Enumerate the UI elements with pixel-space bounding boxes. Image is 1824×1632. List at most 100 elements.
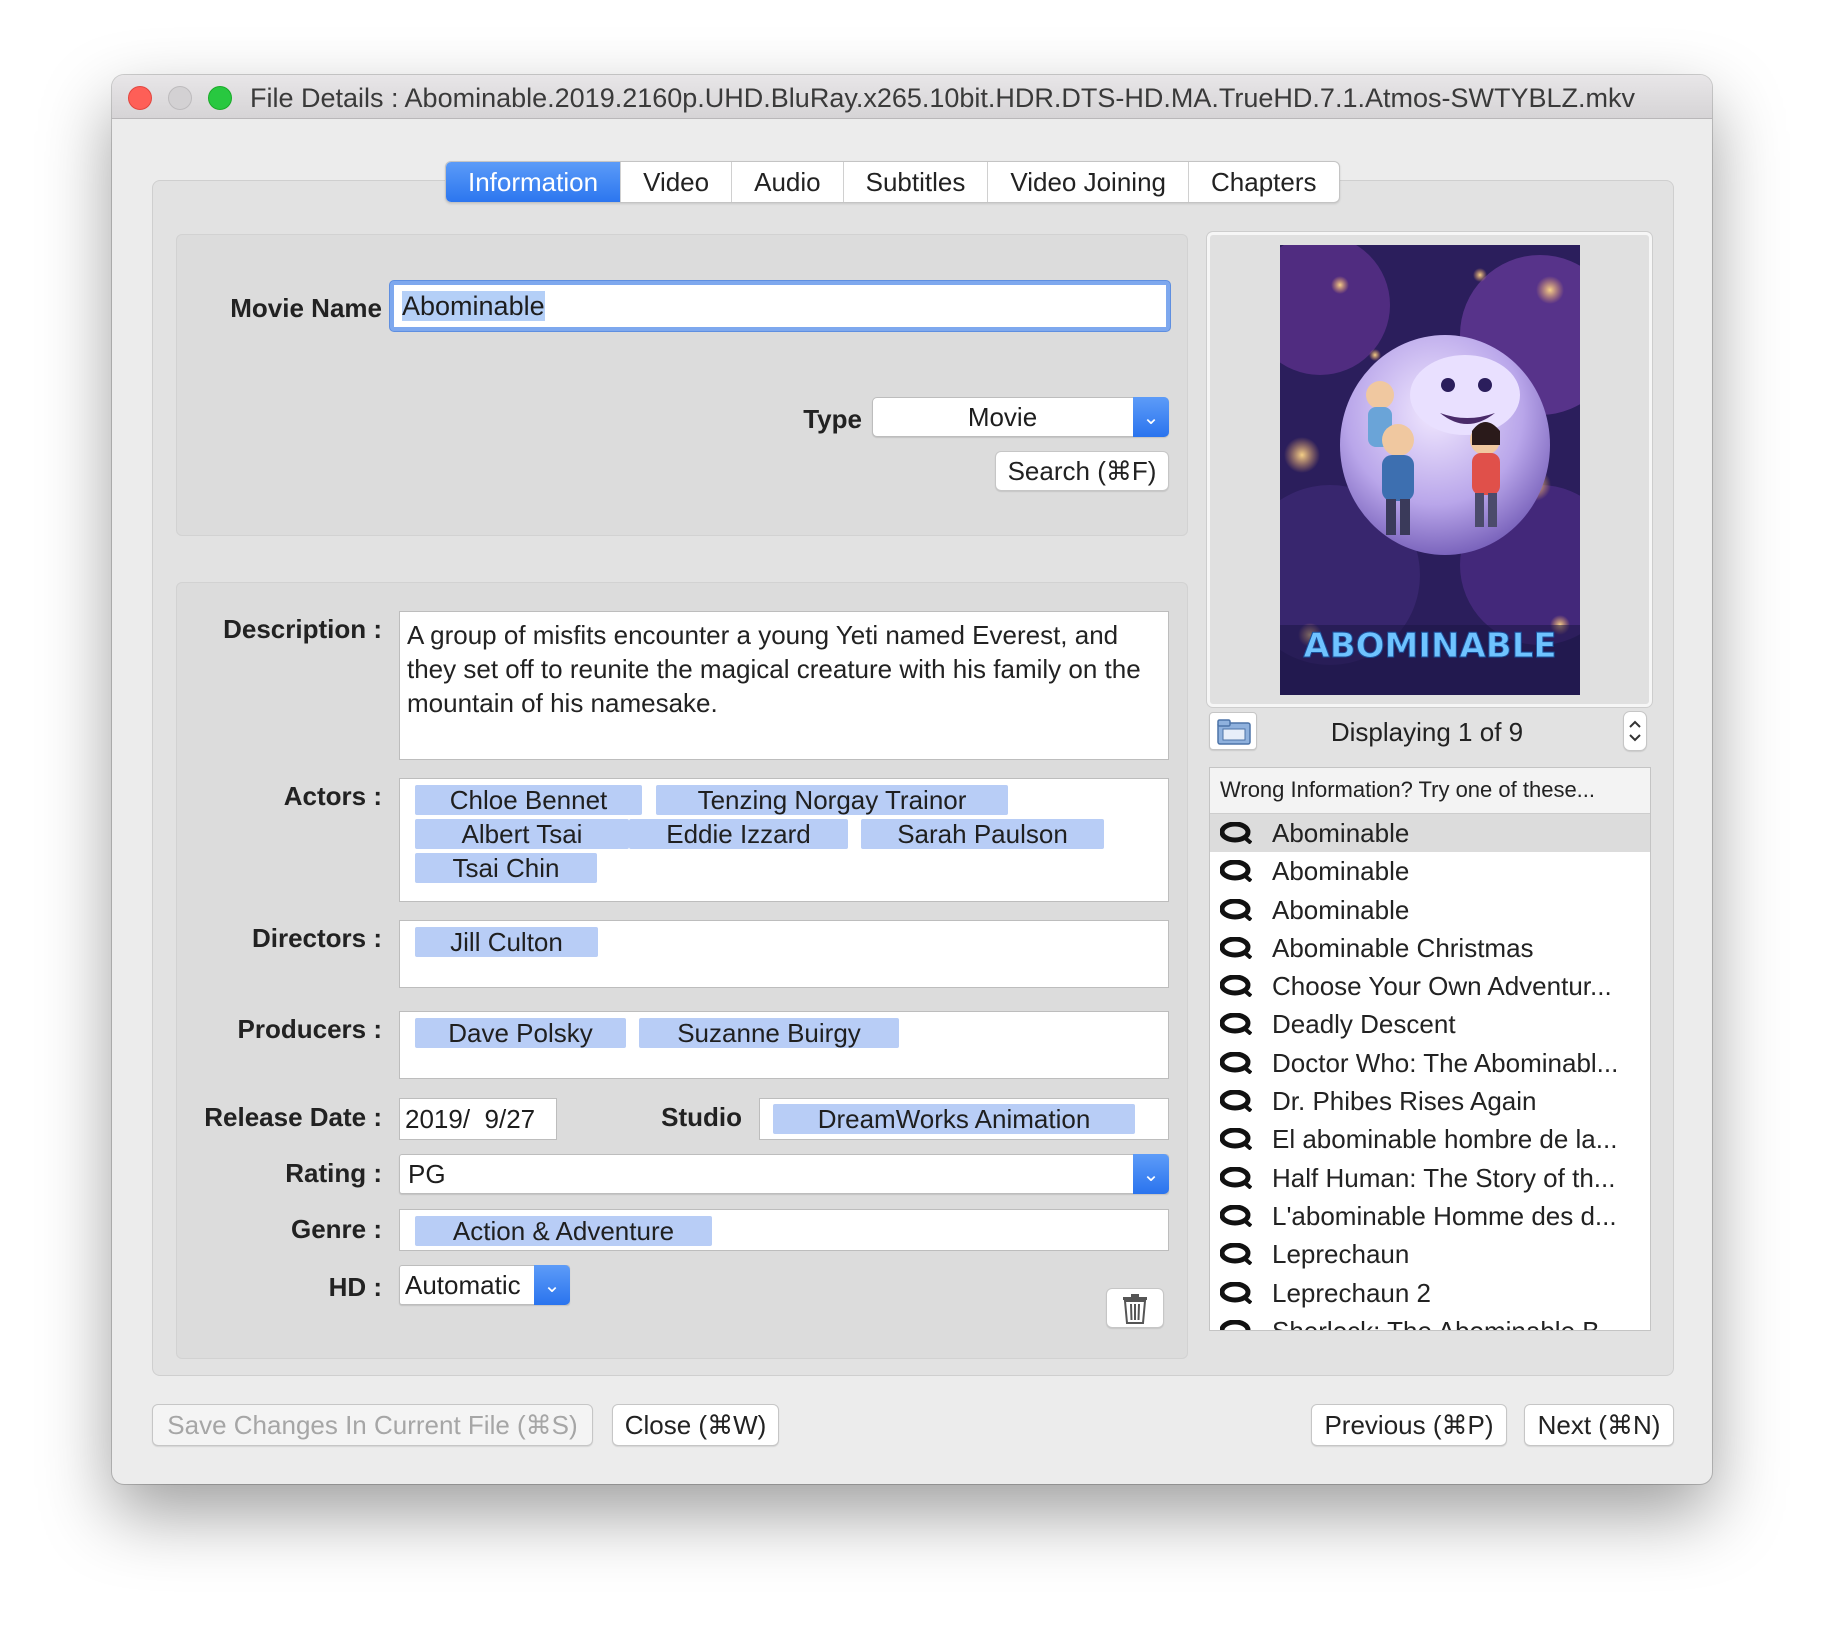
studio-label: Studio [661, 1102, 742, 1132]
stepper-icon [1629, 720, 1641, 742]
studio-token[interactable]: DreamWorks Animation [773, 1104, 1135, 1134]
movie-result-icon [1220, 1090, 1252, 1113]
search-button[interactable]: Search (⌘F) [995, 451, 1169, 491]
next-button[interactable]: Next (⌘N) [1524, 1404, 1674, 1446]
list-item[interactable]: Abominable [1210, 852, 1650, 890]
producers-field[interactable]: Dave Polsky Suzanne Buirgy [399, 1011, 1169, 1079]
tab-subtitles[interactable]: Subtitles [844, 162, 989, 202]
genre-label: Genre : [290, 1214, 382, 1244]
alternative-results-list: Wrong Information? Try one of these... A… [1209, 767, 1651, 1331]
type-select[interactable]: Movie ⌄ [872, 397, 1169, 437]
description-text: A group of misfits encounter a young Yet… [407, 620, 1141, 718]
list-item[interactable]: Choose Your Own Adventur... [1210, 967, 1650, 1005]
description-field[interactable]: A group of misfits encounter a young Yet… [399, 611, 1169, 760]
chevron-down-icon: ⌄ [1133, 1154, 1169, 1194]
movie-result-icon [1220, 975, 1252, 998]
chevron-down-icon: ⌄ [534, 1265, 570, 1305]
list-item[interactable]: Half Human: The Story of th... [1210, 1159, 1650, 1197]
movie-name-input[interactable]: Abominable [390, 281, 1170, 331]
zoom-window-button[interactable] [208, 86, 232, 110]
actors-label: Actors : [283, 781, 382, 811]
folder-icon [1217, 719, 1251, 745]
close-window-button[interactable] [128, 86, 152, 110]
movie-result-icon [1220, 936, 1252, 959]
movie-result-icon [1220, 1204, 1252, 1227]
list-item[interactable]: Sherlock: The Abominable B... [1210, 1312, 1650, 1330]
actor-token[interactable]: Eddie Izzard [629, 819, 848, 849]
rating-select[interactable]: PG ⌄ [399, 1154, 1169, 1194]
genre-token[interactable]: Action & Adventure [415, 1216, 712, 1246]
poster-counter: Displaying 1 of 9 [1330, 717, 1524, 747]
list-item[interactable]: Doctor Who: The Abominabl... [1210, 1044, 1650, 1082]
genre-field[interactable]: Action & Adventure [399, 1209, 1169, 1251]
movie-result-icon [1220, 822, 1252, 844]
rating-label: Rating : [285, 1158, 382, 1188]
poster-folder-button[interactable] [1209, 712, 1257, 750]
title-bar: File Details : Abominable.2019.2160p.UHD… [112, 75, 1712, 119]
chevron-down-icon: ⌄ [1133, 397, 1169, 437]
actors-field[interactable]: Chloe Bennet Tenzing Norgay Trainor Albe… [399, 778, 1169, 902]
producer-token[interactable]: Suzanne Buirgy [639, 1018, 899, 1048]
close-button[interactable]: Close (⌘W) [612, 1404, 779, 1446]
movie-poster: ABOMINABLE [1280, 245, 1580, 695]
hd-value: Automatic [405, 1269, 521, 1300]
movie-result-icon [1220, 1166, 1252, 1189]
poster-well: ABOMINABLE [1207, 232, 1652, 707]
movie-name-label: Movie Name [230, 293, 382, 323]
movie-result-icon [1220, 1243, 1252, 1266]
list-item[interactable]: Dr. Phibes Rises Again [1210, 1082, 1650, 1120]
minimize-window-button[interactable] [168, 86, 192, 110]
save-changes-button[interactable]: Save Changes In Current File (⌘S) [152, 1404, 593, 1446]
movie-name-value: Abominable [402, 291, 545, 321]
producers-label: Producers : [237, 1014, 383, 1044]
list-item[interactable]: El abominable hombre de la... [1210, 1120, 1650, 1158]
hd-label: HD : [328, 1272, 382, 1302]
list-item[interactable]: Deadly Descent [1210, 1005, 1650, 1043]
list-item[interactable]: Abominable Christmas [1210, 929, 1650, 967]
type-label: Type [803, 404, 862, 434]
rating-value: PG [408, 1158, 446, 1189]
producer-token[interactable]: Dave Polsky [415, 1018, 626, 1048]
release-date-value: 2019/ 9/27 [405, 1104, 536, 1134]
poster-title: ABOMINABLE [1303, 626, 1556, 666]
tab-bar: Information Video Audio Subtitles Video … [445, 161, 1340, 203]
actor-token[interactable]: Tsai Chin [415, 853, 597, 883]
director-token[interactable]: Jill Culton [415, 927, 598, 957]
tab-video[interactable]: Video [621, 162, 733, 202]
studio-field[interactable]: DreamWorks Animation [759, 1098, 1169, 1140]
window-title: File Details : Abominable.2019.2160p.UHD… [250, 83, 1635, 113]
list-item[interactable]: Leprechaun [1210, 1235, 1650, 1273]
actor-token[interactable]: Albert Tsai [415, 819, 629, 849]
actor-token[interactable]: Chloe Bennet [415, 785, 642, 815]
movie-result-icon [1220, 1013, 1252, 1036]
actor-token[interactable]: Tenzing Norgay Trainor [656, 785, 1008, 815]
trash-icon [1123, 1294, 1147, 1324]
hd-select[interactable]: Automatic ⌄ [399, 1265, 570, 1305]
results-rows: Abominable Abominable Abominable Abomina… [1210, 814, 1650, 1330]
poster-stepper[interactable] [1623, 711, 1647, 751]
list-item[interactable]: Leprechaun 2 [1210, 1274, 1650, 1312]
list-item[interactable]: L'abominable Homme des d... [1210, 1197, 1650, 1235]
movie-result-icon [1220, 1051, 1252, 1074]
movie-result-icon [1220, 1128, 1252, 1151]
release-date-field[interactable]: 2019/ 9/27 [399, 1098, 557, 1140]
list-item[interactable]: Abominable [1210, 814, 1650, 853]
tab-audio[interactable]: Audio [732, 162, 844, 202]
results-header: Wrong Information? Try one of these... [1210, 768, 1650, 814]
tab-chapters[interactable]: Chapters [1189, 162, 1339, 202]
movie-result-icon [1220, 860, 1252, 883]
description-label: Description : [223, 614, 382, 644]
directors-label: Directors : [251, 923, 382, 953]
movie-result-icon [1220, 898, 1252, 921]
list-item[interactable]: Abominable [1210, 891, 1650, 929]
tab-video-joining[interactable]: Video Joining [988, 162, 1189, 202]
directors-field[interactable]: Jill Culton [399, 920, 1169, 988]
tab-information[interactable]: Information [446, 162, 622, 202]
type-value: Movie [967, 401, 1038, 432]
actor-token[interactable]: Sarah Paulson [861, 819, 1104, 849]
release-date-label: Release Date : [204, 1102, 382, 1132]
previous-button[interactable]: Previous (⌘P) [1311, 1404, 1507, 1446]
delete-button[interactable] [1106, 1288, 1164, 1328]
poster-artwork: ABOMINABLE [1280, 245, 1580, 695]
file-details-window: File Details : Abominable.2019.2160p.UHD… [112, 75, 1712, 1484]
